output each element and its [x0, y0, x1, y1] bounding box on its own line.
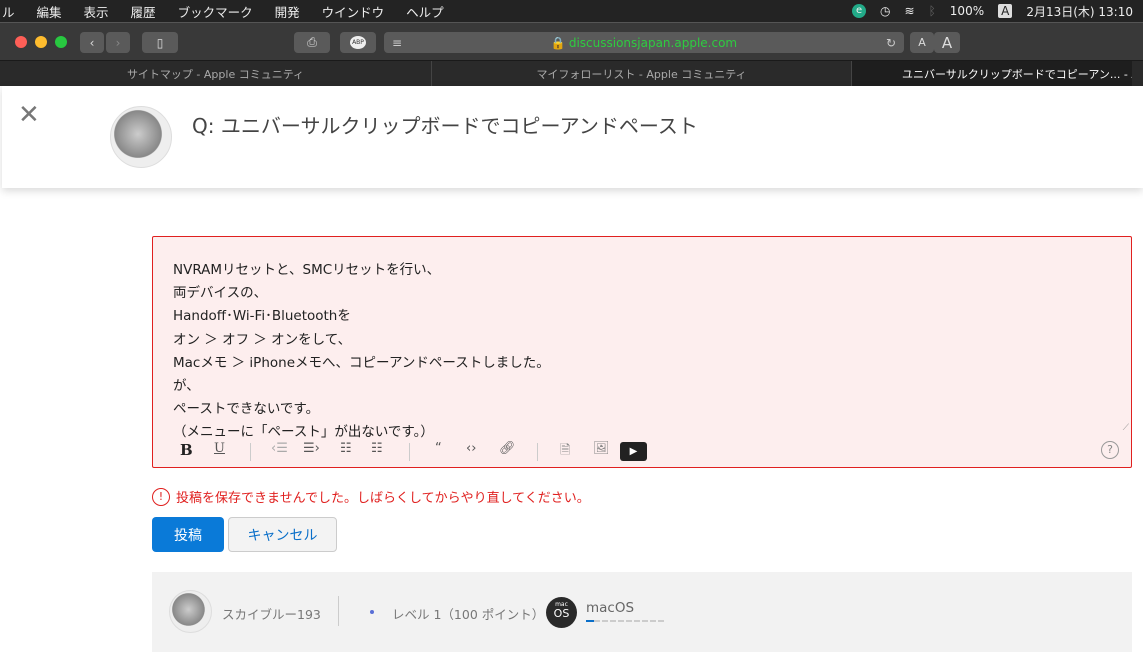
level-bullet [370, 610, 374, 614]
error-text: 投稿を保存できませんでした。しばらくしてからやり直してください。 [176, 491, 590, 506]
reply-editor[interactable]: NVRAMリセットと、SMCリセットを行い、 両デバイスの、 Handoff･W… [152, 236, 1132, 468]
menu-bookmarks[interactable]: ブックマーク [178, 2, 253, 21]
font-larger-button[interactable]: A [934, 32, 960, 53]
editor-line: 両デバイスの、 [173, 285, 268, 302]
image-icon[interactable]: 🖼︎ [593, 441, 610, 456]
back-button[interactable]: ‹ [80, 32, 104, 53]
tab-follow-list[interactable]: マイフォローリスト - Apple コミュニティ [432, 61, 852, 86]
quote-icon[interactable]: “ [435, 441, 442, 456]
community-progress-fill [586, 620, 594, 622]
divider [409, 443, 410, 461]
macos-badge-icon[interactable]: mac OS [546, 597, 577, 628]
divider [250, 443, 251, 461]
minimize-window-button[interactable] [35, 36, 47, 48]
evernote-icon[interactable]: e [852, 4, 867, 18]
user-avatar[interactable] [169, 590, 212, 633]
cancel-button[interactable]: キャンセル [228, 517, 337, 552]
numbered-list-icon[interactable]: ☷ [340, 441, 352, 456]
tab-bar: サイトマップ - Apple コミュニティ マイフォローリスト - Apple … [0, 60, 1143, 86]
clock[interactable]: 2月13日(木) 13:10 [1026, 3, 1133, 20]
reader-icon[interactable]: ≡ [392, 36, 402, 50]
adblock-button[interactable]: ABP [340, 32, 376, 53]
lock-icon: 🔒 [550, 35, 566, 50]
help-icon[interactable]: ? [1101, 441, 1119, 459]
bold-button[interactable]: B [180, 441, 193, 459]
input-source[interactable]: A [998, 4, 1013, 18]
close-window-button[interactable] [15, 36, 27, 48]
question-header: ✕ Q: ユニバーサルクリップボードでコピーアンドペースト [2, 86, 1143, 188]
question-title-text: ユニバーサルクリップボードでコピーアンドペースト [220, 114, 698, 138]
adblock-icon: ABP [350, 36, 366, 49]
bullet-list-icon[interactable]: ☷ [371, 441, 383, 456]
divider [338, 596, 339, 626]
code-icon[interactable]: ‹› [466, 441, 476, 456]
author-avatar[interactable] [110, 106, 172, 168]
community-name[interactable]: macOS [586, 600, 634, 616]
editor-content[interactable]: NVRAMリセットと、SMCリセットを行い、 両デバイスの、 Handoff･W… [173, 259, 550, 445]
editor-line: ペーストできないです。 [173, 401, 320, 418]
wifi-icon[interactable]: ≋ [905, 4, 915, 18]
menu-history[interactable]: 履歴 [131, 2, 156, 21]
user-info-panel: スカイブルー193 レベル 1（100 ポイント） mac OS macOS [152, 572, 1132, 652]
editor-line: が、 [173, 378, 200, 395]
tab-current[interactable]: ユニバーサルクリップボードでコピーアン... - Apple [852, 61, 1132, 86]
menu-edit[interactable]: 編集 [37, 2, 62, 21]
document-icon[interactable]: 🗎 [560, 441, 570, 463]
tab-sitemap[interactable]: サイトマップ - Apple コミュニティ [0, 61, 432, 86]
video-icon[interactable]: ▶ [620, 442, 647, 461]
community-progress [586, 620, 664, 622]
font-smaller-button[interactable]: A [910, 32, 934, 53]
editor-toolbar: B U ‹☰ ☰› ☷ ☷ “ ‹› 🔗︎ 🗎 🖼︎ ▶ ? [153, 441, 1131, 463]
editor-line: Macメモ ＞ iPhoneメモへ、コピーアンドペーストしました。 [173, 354, 550, 371]
menu-develop[interactable]: 開発 [275, 2, 300, 21]
print-button[interactable]: ⎙ [294, 32, 330, 53]
menu-app[interactable]: ル [2, 2, 15, 21]
reload-icon[interactable]: ↻ [886, 36, 896, 50]
battery-percent[interactable]: 100% [950, 4, 984, 18]
question-title: Q: ユニバーサルクリップボードでコピーアンドペースト [192, 110, 698, 139]
error-message: ! 投稿を保存できませんでした。しばらくしてからやり直してください。 [152, 487, 590, 506]
close-icon[interactable]: ✕ [18, 100, 40, 130]
divider [537, 443, 538, 461]
editor-line: Handoff･Wi-Fi･Bluetoothを [173, 308, 351, 325]
underline-button[interactable]: U [214, 441, 225, 456]
zoom-window-button[interactable] [55, 36, 67, 48]
bluetooth-icon[interactable]: ᛒ [929, 4, 936, 18]
outdent-icon[interactable]: ‹☰ [271, 441, 288, 456]
url-text: discussionsjapan.apple.com [568, 35, 738, 50]
user-name[interactable]: スカイブルー193 [222, 604, 321, 623]
menu-view[interactable]: 表示 [84, 2, 109, 21]
address-bar[interactable]: ≡ 🔒 discussionsjapan.apple.com ↻ [384, 32, 904, 53]
sidebar-button[interactable]: ▯ [142, 32, 178, 53]
time-machine-icon[interactable]: ◷ [880, 4, 890, 18]
link-icon[interactable]: 🔗︎ [499, 441, 516, 456]
editor-line: オン ＞ オフ ＞ オンをして、 [173, 331, 352, 348]
browser-toolbar: ‹ › ▯ ⎙ ABP ≡ 🔒 discussionsjapan.apple.c… [0, 22, 1143, 60]
user-level: レベル 1（100 ポイント） [392, 607, 545, 622]
alert-icon: ! [152, 487, 170, 506]
menu-bar: ル 編集 表示 履歴 ブックマーク 開発 ウインドウ ヘルプ e ◷ ≋ ᛒ 1… [0, 0, 1143, 22]
menu-help[interactable]: ヘルプ [406, 2, 444, 21]
post-button[interactable]: 投稿 [152, 517, 224, 552]
forward-button[interactable]: › [106, 32, 130, 53]
menu-window[interactable]: ウインドウ [322, 2, 385, 21]
editor-line: NVRAMリセットと、SMCリセットを行い、 [173, 262, 441, 278]
indent-icon[interactable]: ☰› [303, 441, 320, 456]
badge-label: OS [553, 607, 570, 620]
resize-handle[interactable]: ⟋ [1123, 423, 1129, 433]
question-prefix: Q: [192, 114, 215, 138]
